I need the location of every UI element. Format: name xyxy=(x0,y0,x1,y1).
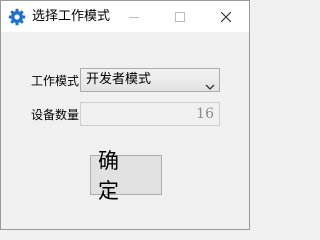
window-title: 选择工作模式 xyxy=(32,9,111,24)
maximize-button[interactable] xyxy=(157,1,203,32)
minimize-button[interactable] xyxy=(111,1,157,32)
confirm-button[interactable]: 确 定 xyxy=(90,149,162,203)
device-count-value: 16 xyxy=(196,106,214,122)
maximize-icon xyxy=(175,11,185,22)
mode-select[interactable]: 开发者模式 xyxy=(80,68,220,92)
close-button[interactable] xyxy=(203,1,249,32)
minimize-icon xyxy=(129,16,139,18)
close-icon xyxy=(221,11,231,22)
mode-select-value: 开发者模式 xyxy=(86,72,152,87)
gear-icon xyxy=(8,8,26,26)
dialog-window: 选择工作模式 工作模式: 开发者模式 设备数量: 16 确 定 xyxy=(0,0,250,230)
mode-label: 工作模式: xyxy=(31,74,84,88)
chevron-down-icon xyxy=(205,76,215,95)
title-bar[interactable]: 选择工作模式 xyxy=(1,1,249,32)
device-count-field[interactable]: 16 xyxy=(80,102,220,126)
count-label: 设备数量: xyxy=(31,108,84,122)
